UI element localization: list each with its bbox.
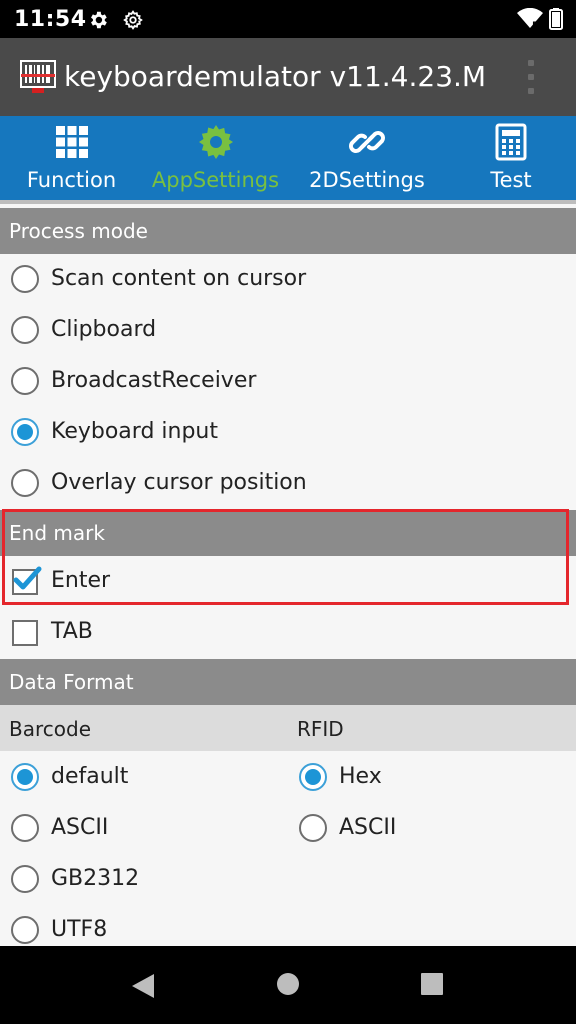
radio-clipboard[interactable]: Clipboard: [0, 305, 576, 356]
status-bar: 11:54 5: [0, 0, 576, 38]
screen: 11:54 5 keyboardemulator v11.4.23.M Func…: [0, 0, 576, 1024]
tab-function[interactable]: Function: [0, 116, 143, 200]
radio-broadcastreceiver[interactable]: BroadcastReceiver: [0, 356, 576, 407]
back-icon[interactable]: [130, 972, 156, 1000]
link-icon: [349, 131, 385, 153]
radio-button[interactable]: [11, 469, 39, 497]
radio-button-selected[interactable]: [11, 418, 39, 446]
rfid-label: RFID: [297, 717, 344, 741]
radio-button[interactable]: [11, 316, 39, 344]
option-label: Scan content on cursor: [51, 266, 307, 291]
radio-rfid-hex[interactable]: Hex: [288, 752, 576, 803]
checkbox-tab[interactable]: TAB: [0, 607, 576, 658]
radio-button[interactable]: [11, 916, 39, 944]
radio-button[interactable]: [11, 265, 39, 293]
tab-label: Function: [26, 168, 117, 192]
option-label: TAB: [51, 619, 93, 644]
navigation-bar: [0, 946, 576, 1024]
option-label: ASCII: [339, 815, 397, 840]
radio-overlay-cursor-position[interactable]: Overlay cursor position: [0, 458, 576, 509]
radio-button-selected[interactable]: [299, 763, 327, 791]
tab-2dsettings[interactable]: 2DSettings: [288, 116, 446, 200]
radio-button[interactable]: [11, 367, 39, 395]
tab-bar: Function AppSettings 2DSettings Test: [0, 116, 576, 200]
app-title: keyboardemulator v11.4.23.M: [64, 60, 487, 93]
radio-rfid-ascii[interactable]: ASCII: [288, 803, 576, 854]
option-label: Keyboard input: [51, 419, 218, 444]
battery-icon: [549, 8, 563, 30]
home-icon[interactable]: [276, 972, 300, 996]
radio-barcode-default[interactable]: default: [0, 752, 288, 803]
highlight-box: [2, 509, 569, 605]
tab-label: AppSettings: [151, 168, 280, 192]
option-label: Clipboard: [51, 317, 157, 342]
radio-keyboard-input[interactable]: Keyboard input: [0, 407, 576, 458]
option-label: UTF8: [51, 917, 108, 942]
radio-button-selected[interactable]: [11, 763, 39, 791]
radio-barcode-gb2312[interactable]: GB2312: [0, 854, 288, 905]
tab-label: 2DSettings: [309, 168, 425, 192]
section-header-process-mode: Process mode: [0, 208, 576, 254]
option-label: BroadcastReceiver: [51, 368, 257, 393]
option-label: GB2312: [51, 866, 140, 891]
gear-icon: [91, 11, 107, 29]
gear-icon: [198, 125, 233, 159]
tab-label: Test: [490, 168, 532, 192]
radio-scan-content-on-cursor[interactable]: Scan content on cursor: [0, 254, 576, 305]
option-label: Overlay cursor position: [51, 470, 307, 495]
tab-test[interactable]: Test: [446, 116, 576, 200]
option-label: ASCII: [51, 815, 109, 840]
section-header-data-format: Data Format: [0, 659, 576, 705]
calculator-icon: [495, 123, 527, 161]
gear-icon: [123, 10, 143, 30]
barcode-label: Barcode: [9, 717, 91, 741]
radio-button[interactable]: [11, 814, 39, 842]
radio-button[interactable]: [299, 814, 327, 842]
barcode-scanner-icon: [20, 60, 56, 93]
grid-icon: [55, 126, 88, 158]
checkbox[interactable]: [12, 620, 38, 646]
radio-barcode-ascii[interactable]: ASCII: [0, 803, 288, 854]
more-vert-icon[interactable]: [521, 58, 541, 98]
status-time: 11:54: [14, 7, 87, 32]
tab-appsettings[interactable]: AppSettings: [143, 116, 288, 200]
wifi-badge: 5: [532, 21, 538, 30]
radio-button[interactable]: [11, 865, 39, 893]
app-bar: keyboardemulator v11.4.23.M: [0, 38, 576, 116]
option-label: default: [51, 764, 129, 789]
wifi-icon: 5: [517, 8, 543, 30]
recents-icon[interactable]: [420, 972, 444, 996]
option-label: Hex: [339, 764, 382, 789]
subheader-row: Barcode RFID: [0, 705, 576, 751]
tab-underline: [0, 200, 576, 204]
